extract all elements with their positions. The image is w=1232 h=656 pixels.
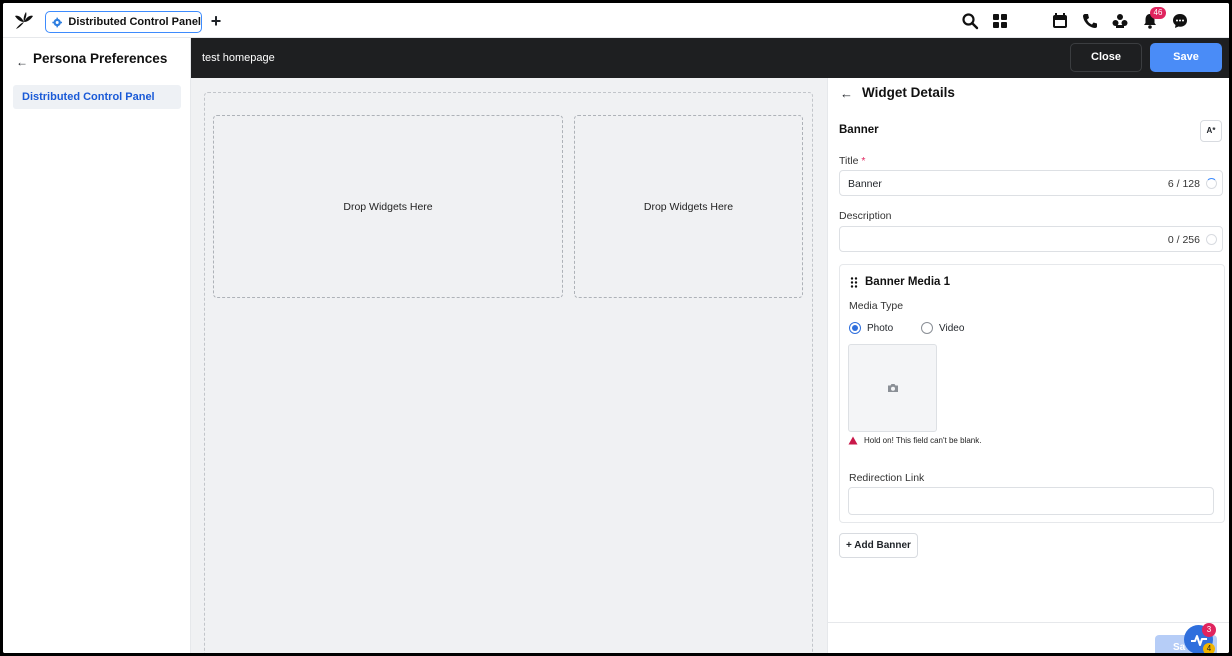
editor-header: test homepage Close Save bbox=[191, 38, 1229, 78]
panel-title: Widget Details bbox=[862, 85, 955, 100]
redirection-link-input[interactable] bbox=[848, 487, 1214, 515]
page-name: test homepage bbox=[202, 52, 275, 64]
fab-badge-count: 3 bbox=[1202, 623, 1216, 637]
sidebar-title: Persona Preferences bbox=[33, 51, 168, 66]
canvas-dropzone-container: Drop Widgets Here Drop Widgets Here bbox=[204, 92, 813, 653]
description-label: Description bbox=[839, 210, 892, 222]
search-icon[interactable] bbox=[961, 12, 979, 30]
title-value: Banner bbox=[848, 178, 882, 190]
required-asterisk: * bbox=[861, 155, 866, 167]
drop-zone-right[interactable]: Drop Widgets Here bbox=[574, 115, 803, 298]
chat-icon[interactable] bbox=[1171, 12, 1189, 30]
sidebar-item-distributed-control-panel[interactable]: Distributed Control Panel bbox=[13, 85, 181, 109]
banner-media-card: Banner Media 1 Media Type Photo Video Ho… bbox=[839, 264, 1225, 523]
media-type-label: Media Type bbox=[849, 300, 904, 312]
phone-icon[interactable] bbox=[1081, 12, 1099, 30]
title-field[interactable]: Banner 6 / 128 bbox=[839, 170, 1223, 196]
layout-canvas: Drop Widgets Here Drop Widgets Here bbox=[191, 78, 827, 653]
tab-distributed-control-panel[interactable]: Distributed Control Panel bbox=[45, 11, 202, 33]
ai-translate-button[interactable]: A* bbox=[1200, 120, 1222, 142]
fab-badge-secondary: 4 bbox=[1203, 643, 1215, 653]
add-banner-button[interactable]: + Add Banner bbox=[839, 533, 918, 558]
photo-upload-box[interactable] bbox=[848, 344, 937, 432]
community-icon[interactable] bbox=[1111, 12, 1129, 30]
char-progress-icon bbox=[1206, 178, 1217, 189]
radio-photo[interactable]: Photo bbox=[849, 322, 893, 334]
close-button[interactable]: Close bbox=[1070, 43, 1142, 72]
top-bar: Distributed Control Panel + 46 bbox=[3, 3, 1229, 38]
drop-zone-left[interactable]: Drop Widgets Here bbox=[213, 115, 563, 298]
save-button[interactable]: Save bbox=[1150, 43, 1222, 72]
description-field[interactable]: 0 / 256 bbox=[839, 226, 1223, 252]
brand-logo-icon[interactable] bbox=[13, 10, 35, 32]
gear-icon bbox=[52, 17, 63, 27]
notification-badge: 46 bbox=[1150, 7, 1166, 19]
title-label: Title * bbox=[839, 155, 866, 167]
description-char-count: 0 / 256 bbox=[1167, 234, 1200, 246]
calendar-icon[interactable] bbox=[1051, 12, 1069, 30]
sidebar: ← Persona Preferences Distributed Contro… bbox=[3, 38, 191, 653]
char-progress-icon bbox=[1206, 234, 1217, 245]
tab-label: Distributed Control Panel bbox=[68, 16, 201, 28]
back-arrow-icon[interactable]: ← bbox=[16, 55, 28, 69]
widget-type-label: Banner bbox=[839, 124, 879, 136]
app-window: Distributed Control Panel + 46 ← Persona… bbox=[3, 3, 1229, 653]
footer-divider bbox=[828, 622, 1229, 623]
radio-selected-icon bbox=[849, 322, 861, 334]
radio-unselected-icon bbox=[921, 322, 933, 334]
add-tab-button[interactable]: + bbox=[208, 11, 224, 33]
back-arrow-icon[interactable]: ← bbox=[840, 86, 853, 101]
title-char-count: 6 / 128 bbox=[1167, 178, 1200, 190]
apps-grid-icon[interactable] bbox=[991, 12, 1009, 30]
drag-handle-icon[interactable] bbox=[850, 277, 858, 288]
redirection-link-label: Redirection Link bbox=[849, 472, 925, 484]
warning-icon bbox=[848, 436, 858, 445]
widget-details-panel: ← Widget Details Banner A* Title * Banne… bbox=[827, 78, 1229, 653]
camera-icon bbox=[887, 384, 898, 392]
media-card-title: Banner Media 1 bbox=[865, 276, 950, 288]
radio-video[interactable]: Video bbox=[921, 322, 964, 334]
validation-error: Hold on! This field can't be blank. bbox=[848, 436, 981, 445]
